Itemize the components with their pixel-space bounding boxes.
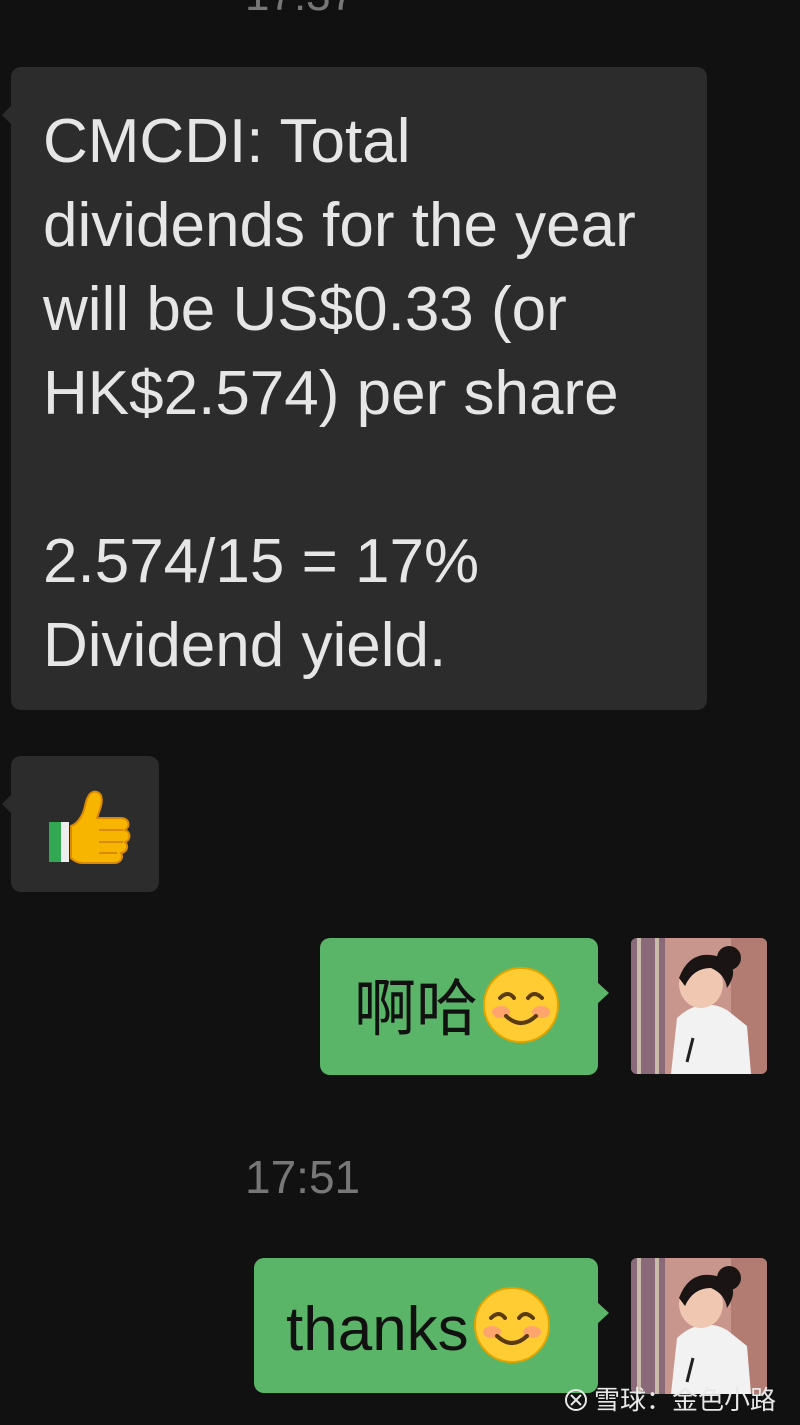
snowball-logo-icon: [564, 1389, 587, 1411]
outgoing-message-bubble[interactable]: thanks: [254, 1258, 609, 1393]
timestamp-top: 17:37: [245, 0, 355, 18]
incoming-sticker-bubble[interactable]: [2, 756, 159, 892]
avatar-image: [631, 1258, 767, 1394]
message-line: will be US$0.33 (or: [43, 275, 567, 344]
chat-screen: 17:37 CMCDI: Total dividends for the yea…: [0, 0, 800, 1425]
message-line: Dividend yield.: [43, 611, 447, 680]
smiling-face-icon: [483, 967, 560, 1043]
watermark-text: 雪球：金色小路: [593, 1386, 776, 1416]
message-text: 啊哈: [354, 975, 479, 1044]
user-avatar[interactable]: [631, 1258, 767, 1394]
smiling-face-icon: [473, 1287, 550, 1363]
user-avatar[interactable]: [631, 938, 767, 1074]
incoming-message-bubble[interactable]: CMCDI: Total dividends for the year will…: [2, 67, 707, 710]
watermark: 雪球：金色小路: [564, 1380, 776, 1417]
thumbs-up-icon: [49, 790, 131, 864]
message-line: HK$2.574) per share: [43, 359, 619, 428]
message-line: CMCDI: Total: [43, 107, 411, 176]
timestamp-middle: 17:51: [245, 1151, 361, 1203]
avatar-image: [631, 938, 767, 1074]
message-line: 2.574/15 = 17%: [43, 527, 480, 596]
message-line: dividends for the year: [43, 191, 636, 260]
outgoing-message-bubble[interactable]: 啊哈: [320, 938, 609, 1075]
message-text: thanks: [286, 1295, 469, 1364]
